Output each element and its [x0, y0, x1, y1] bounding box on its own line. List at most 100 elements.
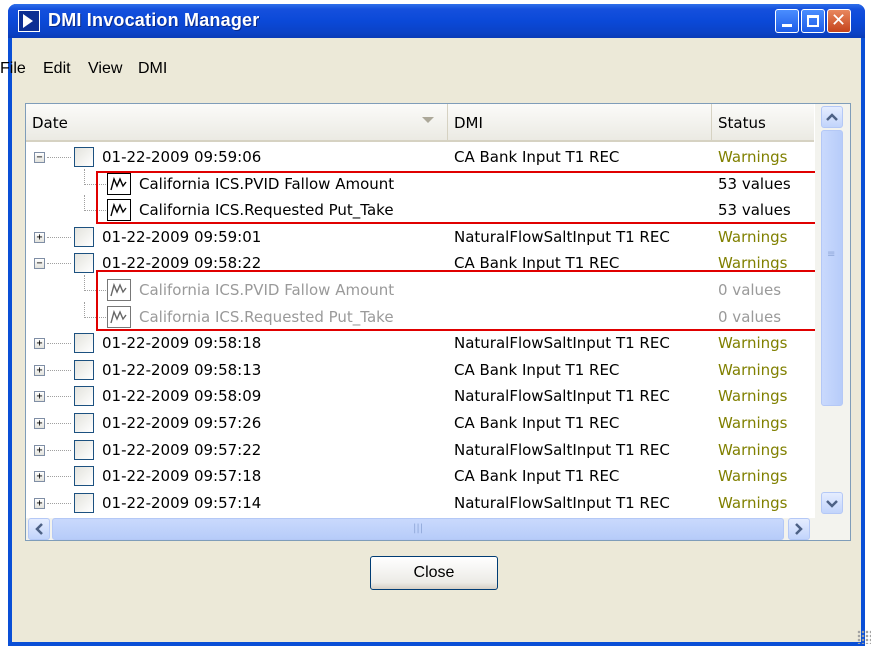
minimize-button[interactable] — [775, 9, 799, 33]
tree-connector-line — [47, 423, 71, 424]
row-dmi: NaturalFlowSaltInput T1 REC — [454, 494, 670, 512]
table-row[interactable]: +01-22-2009 09:58:13 CA Bank Input T1 REC… — [26, 357, 814, 383]
horizontal-scrollbar[interactable]: ||| — [26, 518, 850, 540]
scroll-up-button[interactable] — [821, 106, 843, 128]
table-row[interactable]: +01-22-2009 09:58:18 NaturalFlowSaltInput… — [26, 330, 814, 356]
row-dmi: NaturalFlowSaltInput T1 REC — [454, 228, 670, 246]
collapse-toggle-icon[interactable]: − — [34, 152, 45, 163]
row-date: 01-22-2009 09:57:26 — [102, 414, 262, 432]
row-date: 01-22-2009 09:58:18 — [102, 334, 262, 352]
table-row[interactable]: − 01-22-2009 09:59:06 CA Bank Input T1 REC… — [26, 144, 814, 170]
scroll-right-button[interactable] — [788, 518, 810, 540]
row-checkbox[interactable] — [74, 360, 94, 380]
tree-connector-line — [47, 263, 71, 264]
expand-toggle-icon[interactable]: + — [34, 232, 45, 243]
grip-icon: ||| — [413, 523, 424, 534]
row-date: 01-22-2009 09:58:13 — [102, 361, 262, 379]
sort-descending-icon — [422, 117, 434, 123]
column-header-date-label: Date — [32, 114, 68, 132]
row-dmi: NaturalFlowSaltInput T1 REC — [454, 441, 670, 459]
row-status: Warnings — [718, 334, 788, 352]
close-button[interactable]: Close — [370, 556, 498, 590]
tree-connector-line — [84, 169, 85, 185]
row-dmi: CA Bank Input T1 REC — [454, 361, 620, 379]
expand-toggle-icon[interactable]: + — [34, 445, 45, 456]
expand-toggle-icon[interactable]: + — [34, 418, 45, 429]
row-checkbox[interactable] — [74, 493, 94, 513]
tree-connector-line — [84, 275, 85, 291]
close-icon: ✕ — [831, 10, 847, 31]
highlight-box-0-values — [96, 270, 820, 331]
row-dmi: NaturalFlowSaltInput T1 REC — [454, 387, 670, 405]
window-title: DMI Invocation Manager — [48, 10, 260, 30]
table-header: Date DMI Status — [26, 104, 814, 142]
horizontal-scroll-thumb[interactable]: ||| — [52, 518, 784, 540]
row-status: Warnings — [718, 387, 788, 405]
table-row[interactable]: +01-22-2009 09:59:01 NaturalFlowSaltInput… — [26, 224, 814, 250]
title-bar[interactable]: DMI Invocation Manager ✕ — [8, 4, 865, 38]
row-checkbox[interactable] — [74, 333, 94, 353]
row-date: 01-22-2009 09:59:01 — [102, 228, 262, 246]
row-status: Warnings — [718, 441, 788, 459]
tree-connector-line — [47, 343, 71, 344]
highlight-box-53-values — [96, 171, 820, 224]
tree-connector-line — [47, 476, 71, 477]
maximize-button[interactable] — [801, 9, 825, 33]
scroll-left-button[interactable] — [28, 518, 50, 540]
resize-grip-icon[interactable] — [857, 630, 871, 644]
expand-toggle-icon[interactable]: + — [34, 471, 45, 482]
menu-dmi[interactable]: DMI — [138, 60, 167, 78]
column-header-dmi[interactable]: DMI — [448, 104, 712, 142]
table-row[interactable]: +01-22-2009 09:57:14 NaturalFlowSaltInput… — [26, 490, 814, 516]
row-checkbox[interactable] — [74, 440, 94, 460]
tree-connector-line — [47, 450, 71, 451]
row-date: 01-22-2009 09:57:14 — [102, 494, 262, 512]
row-dmi: CA Bank Input T1 REC — [454, 148, 620, 166]
menu-view[interactable]: View — [88, 60, 122, 78]
row-status: Warnings — [718, 467, 788, 485]
column-header-status-label: Status — [718, 114, 766, 132]
row-status: Warnings — [718, 228, 788, 246]
row-date: 01-22-2009 09:58:09 — [102, 387, 262, 405]
tree-connector-line — [47, 237, 71, 238]
expand-toggle-icon[interactable]: + — [34, 338, 45, 349]
close-window-button[interactable]: ✕ — [827, 9, 851, 33]
vertical-scroll-thumb[interactable]: ≡ — [821, 130, 843, 406]
row-dmi: NaturalFlowSaltInput T1 REC — [454, 334, 670, 352]
row-checkbox[interactable] — [74, 466, 94, 486]
minimize-icon — [782, 24, 792, 27]
row-checkbox[interactable] — [74, 413, 94, 433]
menu-file[interactable]: File — [0, 60, 26, 78]
table-row[interactable]: +01-22-2009 09:57:18 CA Bank Input T1 REC… — [26, 463, 814, 489]
column-header-date[interactable]: Date — [26, 104, 448, 142]
row-dmi: CA Bank Input T1 REC — [454, 414, 620, 432]
row-checkbox[interactable] — [74, 227, 94, 247]
row-checkbox[interactable] — [74, 147, 94, 167]
row-status: Warnings — [718, 361, 788, 379]
expand-toggle-icon[interactable]: + — [34, 365, 45, 376]
table-row[interactable]: +01-22-2009 09:58:09 NaturalFlowSaltInput… — [26, 383, 814, 409]
row-date: 01-22-2009 09:57:22 — [102, 441, 262, 459]
chevron-right-icon — [795, 523, 803, 535]
tree-connector-line — [47, 396, 71, 397]
menu-edit[interactable]: Edit — [43, 60, 71, 78]
vertical-scrollbar[interactable]: ≡ — [815, 104, 850, 518]
table-row[interactable]: +01-22-2009 09:57:26 CA Bank Input T1 REC… — [26, 410, 814, 436]
row-date: 01-22-2009 09:59:06 — [102, 148, 262, 166]
row-checkbox[interactable] — [74, 386, 94, 406]
expand-toggle-icon[interactable]: + — [34, 391, 45, 402]
app-icon[interactable] — [18, 10, 40, 32]
tree-connector-line — [47, 157, 71, 158]
row-checkbox[interactable] — [74, 253, 94, 273]
row-status: Warnings — [718, 148, 788, 166]
expand-toggle-icon[interactable]: + — [34, 498, 45, 509]
column-header-status[interactable]: Status — [712, 104, 814, 142]
collapse-toggle-icon[interactable]: − — [34, 258, 45, 269]
row-date: 01-22-2009 09:57:18 — [102, 467, 262, 485]
chevron-up-icon — [826, 113, 838, 121]
scroll-down-button[interactable] — [821, 492, 843, 514]
table-row[interactable]: +01-22-2009 09:57:22 NaturalFlowSaltInput… — [26, 437, 814, 463]
row-status: Warnings — [718, 414, 788, 432]
row-status: Warnings — [718, 494, 788, 512]
row-dmi: CA Bank Input T1 REC — [454, 467, 620, 485]
